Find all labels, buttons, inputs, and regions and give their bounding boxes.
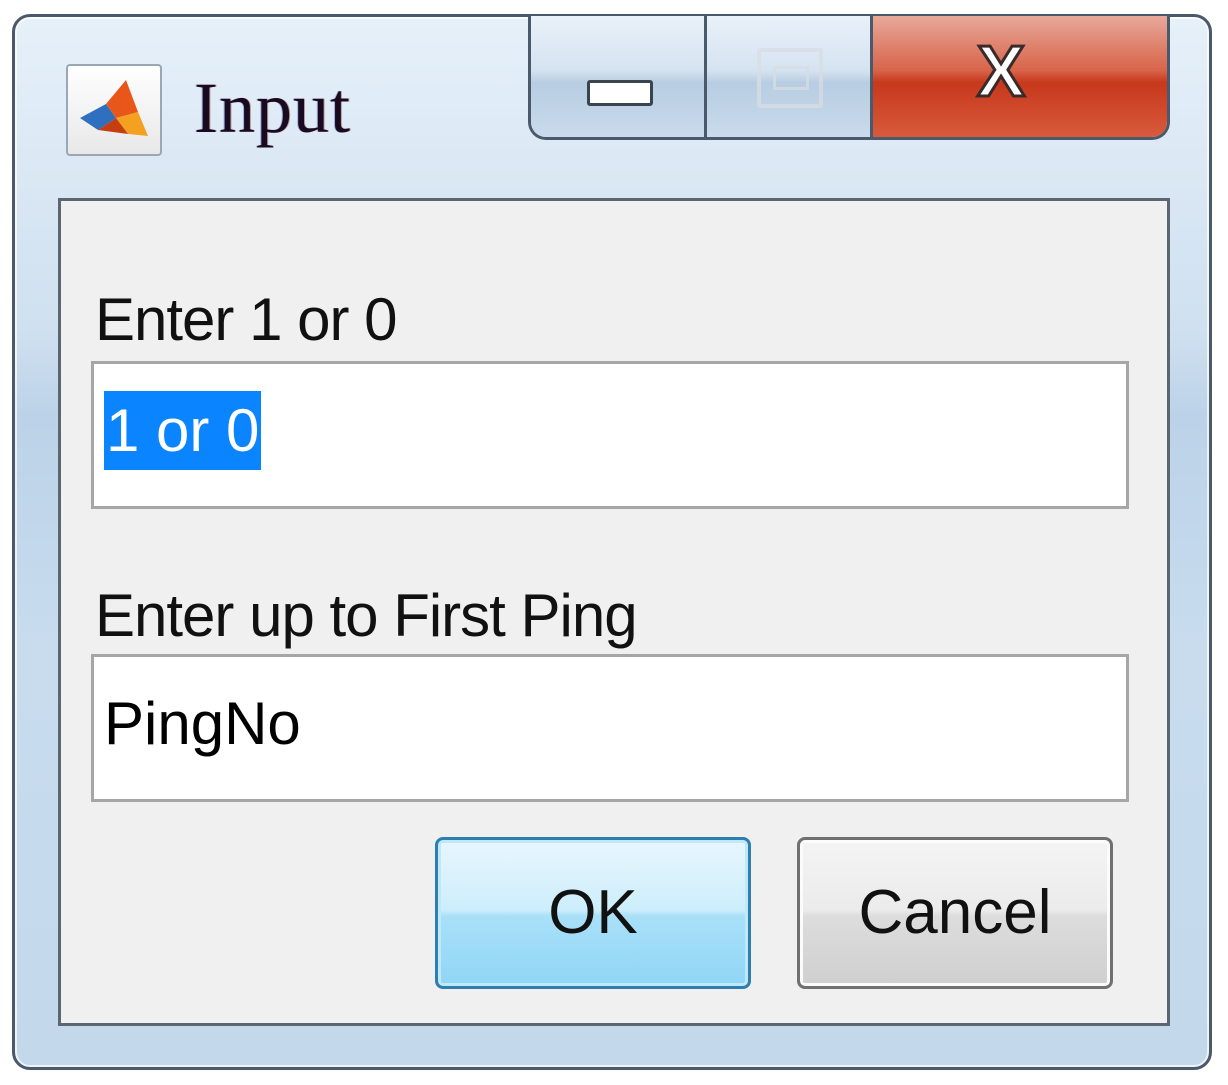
- minimize-button[interactable]: [531, 16, 707, 137]
- close-button[interactable]: X: [873, 16, 1167, 137]
- matlab-membrane-icon[interactable]: [66, 64, 162, 156]
- first-ping-input-value: PingNo: [104, 690, 301, 757]
- minimize-icon: [587, 80, 653, 106]
- first-ping-input-field[interactable]: PingNo: [91, 654, 1129, 802]
- dialog-content: Enter 1 or 0 1 or 0 Enter up to First Pi…: [58, 198, 1170, 1026]
- field-label-first-ping: Enter up to First Ping: [95, 582, 638, 649]
- close-icon: X: [975, 31, 1026, 114]
- cancel-button[interactable]: Cancel: [797, 837, 1113, 989]
- field-label-binary: Enter 1 or 0: [95, 286, 398, 353]
- caption-buttons: X: [528, 16, 1170, 140]
- maximize-icon: [757, 48, 823, 108]
- selected-text: 1 or 0: [104, 391, 262, 470]
- maximize-button: [707, 16, 873, 137]
- binary-input-field[interactable]: 1 or 0: [91, 361, 1129, 509]
- ok-button[interactable]: OK: [435, 837, 751, 989]
- matlab-logo-graphic: [80, 80, 148, 136]
- window-title: Input: [194, 68, 351, 148]
